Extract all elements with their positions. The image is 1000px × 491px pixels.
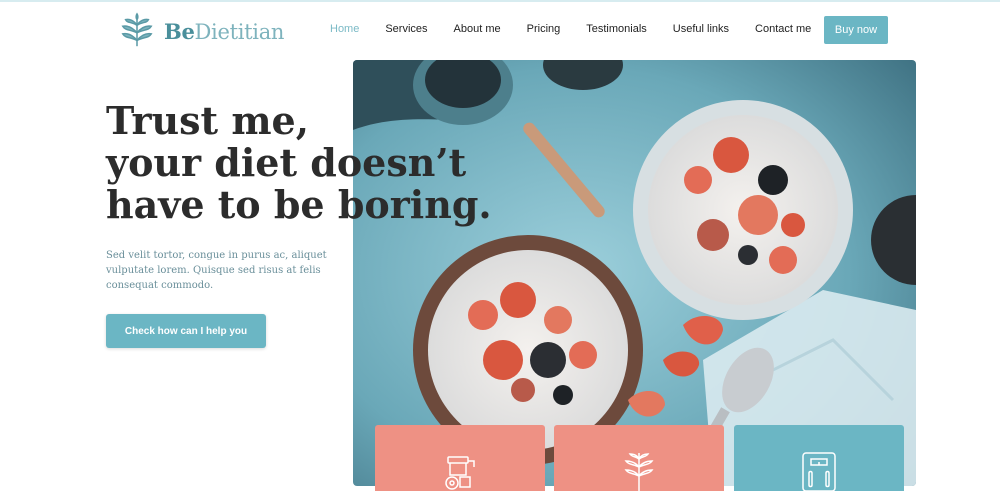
headline-line-2: your diet doesn’t — [106, 140, 467, 185]
service-card-3[interactable] — [734, 425, 904, 491]
nav-item-contact-me[interactable]: Contact me — [755, 23, 811, 35]
top-border — [0, 0, 1000, 2]
check-help-button[interactable]: Check how can I help you — [106, 314, 266, 348]
nav-item-pricing[interactable]: Pricing — [527, 23, 561, 35]
service-card-2[interactable] — [554, 425, 724, 491]
nav-item-testimonials[interactable]: Testimonials — [586, 23, 647, 35]
brand-name: BeDietitian — [164, 18, 285, 44]
main-nav: Home Services About me Pricing Testimoni… — [330, 23, 837, 35]
headline-line-3: have to be boring. — [106, 182, 492, 227]
hero-subtext: Sed velit tortor, congue in purus ac, al… — [106, 250, 327, 291]
leaf-plant-icon — [121, 12, 153, 47]
bathroom-scale-icon — [802, 452, 836, 491]
brand-logo[interactable]: BeDietitian — [118, 12, 284, 50]
nav-item-useful-links[interactable]: Useful links — [673, 23, 729, 35]
buy-now-button[interactable]: Buy now — [824, 16, 888, 44]
plant-sprig-icon — [624, 453, 654, 491]
mortar-grinder-icon — [445, 456, 475, 490]
nav-item-home[interactable]: Home — [330, 23, 359, 35]
hero-headline: Trust me, your diet doesn’t have to be b… — [106, 98, 492, 227]
headline-line-1: Trust me, — [106, 98, 309, 143]
nav-item-services[interactable]: Services — [385, 23, 427, 35]
nav-item-about-me[interactable]: About me — [454, 23, 501, 35]
service-card-1[interactable] — [375, 425, 545, 491]
